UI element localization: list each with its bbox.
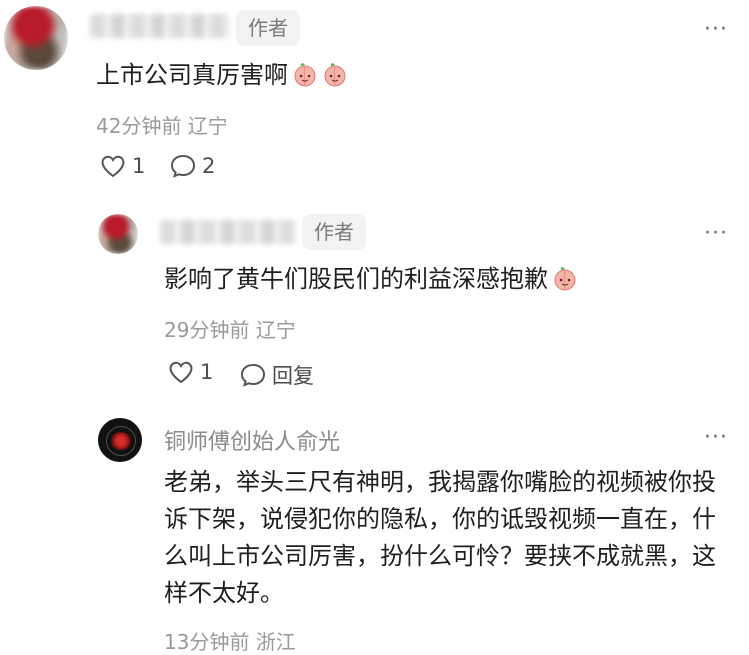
reply-button[interactable]: 回复 (240, 360, 314, 390)
peach-face-emoji-icon (292, 61, 318, 87)
avatar[interactable] (4, 6, 68, 70)
comment-bubble-icon (240, 363, 266, 387)
comment-text-content: 上市公司真厉害啊 (96, 61, 288, 89)
avatar[interactable] (98, 214, 138, 254)
username-redacted[interactable] (160, 220, 295, 244)
location: 辽宁 (255, 318, 296, 342)
comment-meta: 29分钟前 辽宁 (164, 314, 296, 343)
location: 浙江 (255, 630, 296, 654)
comment-2: 作者 ··· 影响了黄牛们股民们的利益深感抱歉 29分钟前 辽宁 1 回复 (0, 200, 749, 400)
location: 辽宁 (187, 114, 228, 138)
like-count: 1 (200, 360, 214, 384)
more-options-button[interactable]: ··· (701, 427, 731, 449)
comment-1: 作者 ··· 上市公司真厉害啊 42分钟前 辽宁 1 2 (0, 0, 749, 200)
username[interactable]: 铜师傅创始人俞光 (164, 424, 340, 456)
comment-text: 老弟，举头三尺有神明，我揭露你嘴脸的视频被你投诉下架，说侵犯你的隐私，你的诋毁视… (164, 468, 716, 607)
peach-face-emoji-icon (322, 61, 348, 87)
timestamp: 13分钟前 (164, 630, 250, 654)
comment-text-content: 影响了黄牛们股民们的利益深感抱歉 (164, 265, 548, 293)
reply-count-button[interactable]: 2 (170, 154, 215, 178)
timestamp: 29分钟前 (164, 318, 250, 342)
username-redacted[interactable] (90, 14, 230, 38)
author-badge: 作者 (236, 10, 300, 46)
avatar-mark (110, 432, 132, 450)
timestamp: 42分钟前 (96, 114, 182, 138)
like-count: 1 (132, 154, 146, 178)
avatar-image (4, 6, 68, 70)
comment-text: 上市公司真厉害啊 (96, 58, 348, 92)
avatar[interactable] (98, 418, 142, 462)
reply-label: 回复 (272, 364, 314, 388)
comment-meta: 42分钟前 辽宁 (96, 110, 228, 139)
comment-3: 铜师傅创始人俞光 ··· 老弟，举头三尺有神明，我揭露你嘴脸的视频被你投诉下架，… (0, 400, 749, 654)
heart-icon (100, 154, 126, 178)
more-options-button[interactable]: ··· (701, 19, 731, 41)
more-options-button[interactable]: ··· (701, 223, 731, 245)
heart-icon (168, 360, 194, 384)
reply-count: 2 (202, 154, 216, 178)
author-badge: 作者 (302, 214, 366, 250)
comment-text: 影响了黄牛们股民们的利益深感抱歉 (164, 262, 578, 296)
peach-face-emoji-icon (552, 265, 578, 291)
avatar-image (98, 214, 138, 254)
like-button[interactable]: 1 (100, 154, 145, 178)
comment-meta: 13分钟前 浙江 (164, 626, 296, 655)
like-button[interactable]: 1 (168, 360, 213, 384)
comment-bubble-icon (170, 154, 196, 178)
